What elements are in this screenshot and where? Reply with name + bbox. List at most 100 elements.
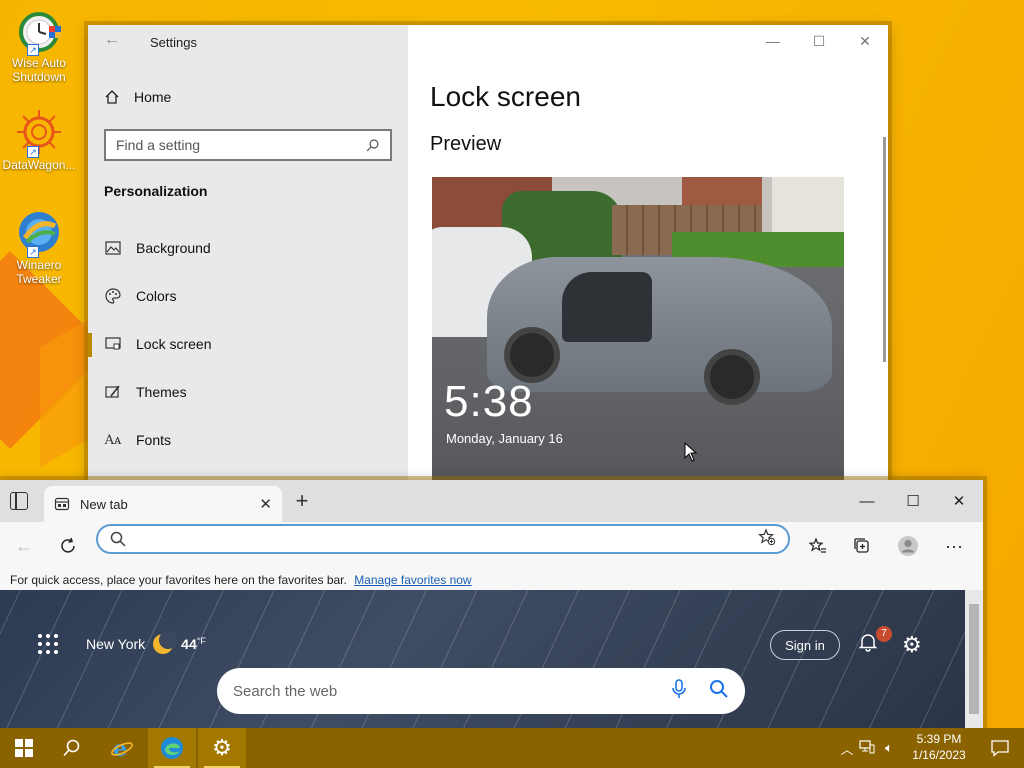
windows-logo-icon [15, 739, 33, 757]
active-indicator [88, 333, 92, 357]
settings-search-input[interactable]: Find a setting [104, 129, 392, 161]
system-tray: ︿ 🔈︎ [838, 728, 900, 768]
search-icon [366, 139, 379, 152]
moon-icon [153, 631, 178, 654]
page-title: Lock screen [430, 81, 581, 112]
taskbar-edge[interactable] [148, 728, 196, 768]
microphone-icon[interactable] [671, 678, 687, 704]
settings-home-link[interactable]: Home [104, 89, 171, 105]
lock-screen-preview: 5:38 Monday, January 16 [432, 177, 844, 485]
wise-auto-shutdown-icon: ↗ [15, 6, 63, 56]
taskbar-settings[interactable]: ⚙ [198, 728, 246, 768]
minimize-button[interactable]: — [844, 486, 890, 516]
action-center-button[interactable] [976, 728, 1024, 768]
search-icon[interactable] [709, 679, 729, 704]
datawagon-icon: ↗ [15, 108, 63, 158]
tab-actions-icon[interactable] [10, 492, 28, 510]
window-title: Settings [150, 35, 197, 50]
home-icon [105, 90, 119, 104]
tab-new-tab[interactable]: New tab ✕ [44, 486, 282, 522]
collections-icon[interactable] [850, 534, 874, 558]
close-button[interactable]: ✕ [842, 25, 888, 57]
notification-badge: 7 [876, 626, 892, 642]
minimize-button[interactable]: — [750, 25, 796, 57]
desktop-icon-winaero-tweaker[interactable]: ↗ Winaero Tweaker [0, 208, 78, 286]
search-icon [63, 739, 80, 757]
temperature: 44°F [181, 636, 206, 652]
sidebar-item-colors[interactable]: Colors [104, 287, 176, 305]
add-favorite-icon[interactable] [757, 527, 776, 551]
notifications-bell-icon[interactable]: 7 [858, 626, 892, 656]
sidebar-item-background[interactable]: Background [104, 239, 211, 257]
preview-date: Monday, January 16 [446, 431, 563, 446]
desktop-icon-label: Winaero Tweaker [16, 258, 62, 286]
web-search-box[interactable]: Search the web [217, 668, 745, 714]
sign-in-button[interactable]: Sign in [770, 630, 840, 660]
settings-window: ← Settings Home Find a setting Personali… [88, 25, 888, 485]
search-button[interactable] [48, 728, 96, 768]
scrollbar[interactable] [883, 137, 886, 362]
address-bar[interactable] [96, 524, 790, 554]
sidebar-item-label: Themes [136, 384, 187, 400]
sidebar-item-fonts[interactable]: Aᴀ Fonts [104, 431, 171, 449]
preview-house [772, 177, 844, 232]
sidebar-item-label: Colors [136, 288, 177, 304]
favorites-icon[interactable] [806, 534, 830, 558]
settings-sidebar: ← Settings Home Find a setting Personali… [88, 25, 408, 485]
preview-wheel [504, 327, 560, 383]
volume-icon[interactable]: 🔈︎ [878, 740, 900, 756]
preview-car-window [562, 272, 652, 342]
search-icon [110, 531, 126, 547]
close-button[interactable]: ✕ [936, 486, 982, 516]
edge-window: New tab ✕ + — ☐ ✕ ← ··· For quick access… [0, 480, 983, 730]
home-label: Home [134, 89, 172, 105]
back-icon[interactable]: ← [12, 534, 36, 558]
search-placeholder: Find a setting [116, 137, 201, 153]
themes-icon [104, 383, 122, 401]
palette-icon [104, 287, 122, 305]
more-options-icon[interactable]: ··· [942, 534, 966, 558]
new-tab-page: New York 44°F Sign in 7 ⚙ Search the web [0, 590, 965, 730]
refresh-icon[interactable] [56, 534, 80, 558]
settings-gear-icon[interactable]: ⚙ [902, 632, 922, 658]
app-launcher-icon[interactable] [38, 634, 58, 654]
scrollbar-thumb[interactable] [969, 604, 979, 714]
sidebar-item-label: Lock screen [136, 336, 212, 352]
sidebar-item-lock-screen[interactable]: Lock screen [104, 335, 211, 353]
location: New York [86, 636, 146, 652]
taskbar: e ⚙ ︿ 🔈︎ 5:39 PM 1/16/2023 [0, 728, 1024, 768]
preview-time: 5:38 [444, 377, 534, 426]
favorites-message: For quick access, place your favorites h… [10, 573, 347, 587]
winaero-tweaker-icon: ↗ [15, 208, 63, 258]
internet-explorer-icon: e [111, 736, 133, 760]
edge-icon [161, 737, 183, 759]
desktop-icon-wise-auto-shutdown[interactable]: ↗ Wise Auto Shutdown [0, 6, 78, 84]
scrollbar[interactable] [965, 590, 983, 730]
clock-time: 5:39 PM [916, 732, 962, 746]
tab-title: New tab [80, 496, 128, 512]
taskbar-internet-explorer[interactable]: e [98, 728, 146, 768]
sidebar-item-themes[interactable]: Themes [104, 383, 187, 401]
close-tab-icon[interactable]: ✕ [259, 495, 272, 513]
back-arrow-icon[interactable]: ← [104, 31, 120, 49]
taskbar-clock[interactable]: 5:39 PM 1/16/2023 [906, 731, 972, 763]
sidebar-item-label: Fonts [136, 432, 172, 448]
weather-widget[interactable]: New York 44°F [86, 631, 206, 654]
desktop-icon-label: Wise Auto Shutdown [11, 56, 67, 84]
network-icon[interactable] [856, 739, 878, 757]
profile-avatar[interactable] [896, 534, 920, 558]
manage-favorites-link[interactable]: Manage favorites now [354, 573, 471, 587]
new-tab-page-icon [54, 497, 70, 511]
favorites-bar: For quick access, place your favorites h… [0, 570, 983, 590]
web-search-placeholder: Search the web [233, 682, 338, 700]
preview-wheel [704, 349, 760, 405]
section-subtitle: Preview [430, 133, 502, 155]
new-tab-button[interactable]: + [290, 488, 314, 513]
maximize-button[interactable]: ☐ [796, 25, 842, 57]
image-icon [104, 239, 122, 257]
show-hidden-icons-chevron-icon[interactable]: ︿ [838, 739, 856, 758]
desktop-icon-datawagon[interactable]: ↗ DataWagon... [0, 108, 78, 172]
section-heading: Personalization [104, 183, 208, 199]
start-button[interactable] [0, 728, 48, 768]
maximize-button[interactable]: ☐ [890, 486, 936, 516]
